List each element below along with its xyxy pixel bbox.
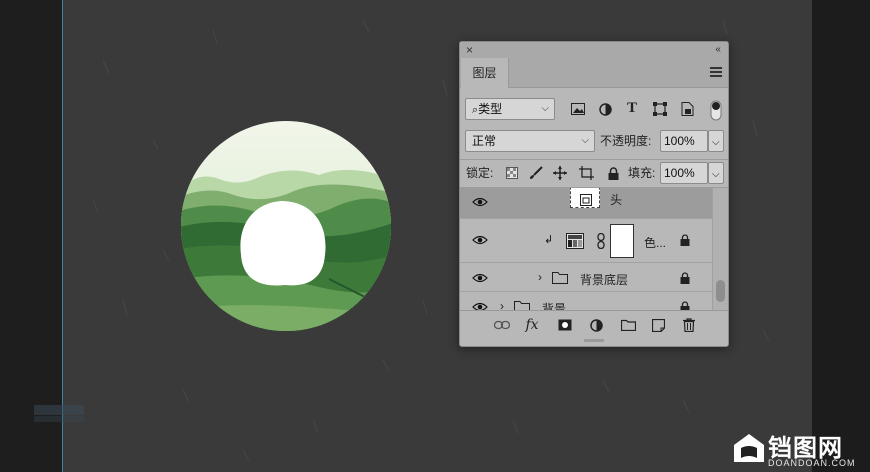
layers-bottom-toolbar: fx	[460, 310, 728, 338]
chevron-right-icon[interactable]: ›	[500, 299, 504, 310]
fill-dropdown-button[interactable]: ⌵	[708, 162, 724, 184]
watermark-subtitle: DOANDOAN.COM	[768, 458, 856, 468]
layer-name[interactable]: 背景底层	[580, 271, 628, 288]
blend-mode-value: 正常	[472, 134, 497, 148]
layer-name[interactable]: 背景	[542, 300, 566, 310]
lock-all-icon[interactable]	[605, 165, 621, 181]
blend-mode-dropdown[interactable]: 正常 ⌵	[465, 130, 595, 152]
lock-image-pixels-icon[interactable]	[528, 165, 544, 181]
filter-row: ⌕类型 ⌵ T	[460, 98, 728, 124]
workspace-left-edge	[0, 0, 62, 472]
filter-type-label: 类型	[478, 102, 503, 116]
chevron-down-icon: ⌵	[541, 103, 549, 114]
layer-row-selected[interactable]: 头	[460, 188, 712, 219]
layer-row[interactable]: ↲ 色...	[460, 219, 712, 263]
layer-list: 头 ↲ 色... › 背景底层 › 背景	[460, 188, 712, 310]
layer-name[interactable]: 头	[610, 191, 622, 208]
chevron-down-icon: ⌵	[712, 137, 720, 148]
clipping-arrow-icon: ↲	[544, 234, 554, 246]
fx-icon[interactable]: fx	[524, 317, 540, 333]
type-filter-icon[interactable]: T	[624, 100, 640, 116]
layer-thumbnail	[570, 188, 600, 208]
panel-tab-row: 图层	[460, 58, 728, 88]
chevron-down-icon: ⌵	[712, 169, 720, 180]
tab-layers[interactable]: 图层	[461, 58, 509, 88]
lock-artboard-icon[interactable]	[578, 165, 594, 181]
lock-row: 锁定: 填充: 100% ⌵	[460, 162, 728, 186]
panel-titlebar: × ‹‹	[460, 42, 728, 58]
visibility-eye-icon[interactable]	[472, 301, 488, 310]
panel-collapse-button[interactable]: ‹‹	[715, 43, 721, 57]
fill-label: 填充:	[628, 166, 656, 180]
link-layers-icon[interactable]	[494, 317, 510, 333]
visibility-eye-icon[interactable]	[472, 196, 488, 210]
blend-row: 正常 ⌵ 不透明度: 100% ⌵	[460, 130, 728, 154]
gradient-map-icon	[566, 233, 584, 249]
fill-input[interactable]: 100%	[660, 162, 708, 184]
chevron-right-icon[interactable]: ›	[538, 270, 542, 284]
layer-list-scrollbar[interactable]	[712, 188, 728, 310]
panel-menu-icon[interactable]	[710, 67, 722, 77]
visibility-eye-icon[interactable]	[472, 234, 488, 248]
layer-mask-thumbnail[interactable]	[610, 224, 634, 258]
layer-row[interactable]: › 背景底层	[460, 264, 712, 292]
shape-filter-icon[interactable]	[652, 101, 668, 117]
lock-icon	[680, 301, 690, 310]
smartobject-filter-icon[interactable]	[679, 101, 695, 117]
lock-icon	[680, 272, 690, 284]
image-filter-icon[interactable]	[570, 101, 586, 117]
chevron-down-icon: ⌵	[581, 135, 589, 146]
circle-landscape-artwork	[181, 121, 391, 331]
adjustment-layer-icon[interactable]	[588, 317, 604, 333]
divider	[460, 159, 728, 160]
layer-name[interactable]: 色...	[644, 234, 666, 251]
chain-link-icon[interactable]	[596, 233, 606, 249]
lock-transparent-pixels-icon[interactable]	[504, 165, 520, 181]
filter-type-dropdown[interactable]: ⌕类型 ⌵	[465, 98, 555, 120]
lock-icon	[680, 234, 690, 246]
panel-resize-grip[interactable]	[584, 339, 604, 342]
faint-watermark-logo	[34, 405, 84, 422]
delete-layer-icon[interactable]	[681, 317, 697, 333]
opacity-dropdown-button[interactable]: ⌵	[708, 130, 724, 152]
lock-position-icon[interactable]	[552, 165, 568, 181]
layer-row[interactable]: › 背景	[460, 293, 712, 310]
adjustment-filter-icon[interactable]	[597, 101, 613, 117]
site-watermark: 铛图网 DOANDOAN.COM	[730, 426, 870, 472]
visibility-eye-icon[interactable]	[472, 272, 488, 286]
opacity-label: 不透明度:	[600, 134, 652, 148]
lock-label: 锁定:	[466, 166, 494, 180]
opacity-input[interactable]: 100%	[660, 130, 708, 152]
head-cutout-shape	[240, 201, 326, 286]
layers-panel: × ‹‹ 图层 ⌕类型 ⌵ T 正常 ⌵ 不透明度: 100% ⌵ 锁定: 填充…	[459, 41, 729, 347]
folder-icon	[514, 301, 530, 310]
smart-object-badge-icon	[580, 194, 592, 206]
filter-toggle-icon[interactable]	[709, 98, 723, 122]
panel-close-button[interactable]: ×	[466, 43, 473, 57]
new-layer-icon[interactable]	[650, 317, 666, 333]
add-mask-icon[interactable]	[557, 317, 573, 333]
new-group-icon[interactable]	[620, 317, 636, 333]
workspace-right-edge	[812, 0, 870, 472]
scrollbar-thumb[interactable]	[716, 280, 725, 302]
watermark-logo-icon	[734, 434, 764, 462]
folder-icon	[552, 272, 568, 284]
